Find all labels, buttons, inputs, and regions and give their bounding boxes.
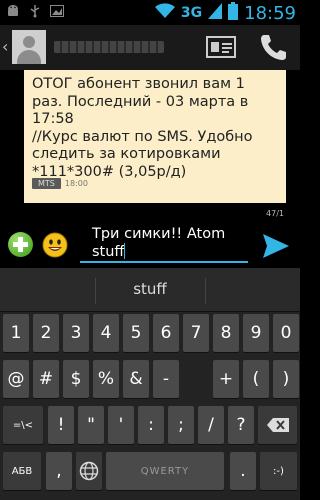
key-1[interactable]: 1 (3, 314, 29, 352)
key-period[interactable]: . (230, 452, 256, 490)
status-bar: 3G 18:59 (0, 0, 300, 25)
key-ampersand[interactable]: & (123, 360, 149, 398)
contact-avatar[interactable] (12, 30, 46, 64)
space-bar[interactable]: QWERTY (106, 452, 224, 490)
battery-icon (228, 2, 239, 24)
key-cyrillic-layout[interactable]: АБВ (3, 452, 41, 490)
wifi-icon (154, 3, 175, 23)
network-type-label: 3G (180, 5, 203, 21)
sim-badge: MTS (32, 178, 61, 189)
key-double-quote[interactable]: " (78, 406, 104, 444)
key-0[interactable]: 0 (273, 314, 299, 352)
action-bar: ‹ (0, 25, 300, 70)
key-close-paren[interactable]: ) (273, 360, 299, 398)
contact-card-icon[interactable] (206, 35, 236, 59)
message-meta: MTS 18:00 (32, 178, 88, 189)
key-hash[interactable]: # (33, 360, 59, 398)
signal-icon (208, 3, 223, 23)
suggestion-strip: stuff (0, 268, 300, 312)
contact-name-redacted (54, 41, 164, 53)
key-9[interactable]: 9 (243, 314, 269, 352)
key-dollar[interactable]: $ (63, 360, 89, 398)
key-3[interactable]: 3 (63, 314, 89, 352)
key-colon[interactable]: : (138, 406, 164, 444)
message-time: 18:00 (64, 179, 88, 188)
char-counter: 47/1 (266, 209, 284, 218)
text-cursor (124, 243, 126, 259)
image-icon (50, 5, 64, 21)
key-exclamation[interactable]: ! (48, 406, 74, 444)
message-input-text[interactable]: Три симки!! Atom stuff (92, 225, 225, 261)
key-smiley[interactable]: :-) (260, 452, 297, 490)
soft-keyboard: stuff 1 2 3 4 5 6 7 8 9 0 @ # $ % & - + … (0, 268, 300, 500)
key-minus[interactable]: - (153, 360, 179, 398)
compose-bar: 47/1 Три симки!! Atom stuff (0, 203, 300, 268)
back-caret-icon[interactable]: ‹ (2, 37, 8, 56)
key-symbols-more[interactable]: =\< (3, 406, 43, 444)
message-input[interactable]: Три симки!! Atom stuff (80, 219, 248, 263)
message-thread[interactable]: ОТОГ абонент звонил вам 1 раз. Последний… (0, 70, 300, 203)
key-4[interactable]: 4 (93, 314, 119, 352)
key-6[interactable]: 6 (153, 314, 179, 352)
key-semicolon[interactable]: ; (168, 406, 194, 444)
smiley-icon[interactable] (42, 232, 68, 258)
phone-icon[interactable] (258, 33, 288, 61)
key-2[interactable]: 2 (33, 314, 59, 352)
key-8[interactable]: 8 (213, 314, 239, 352)
key-slash[interactable]: / (198, 406, 224, 444)
key-comma[interactable]: , (46, 452, 72, 490)
message-text: ОТОГ абонент звонил вам 1 раз. Последний… (32, 76, 253, 180)
key-5[interactable]: 5 (123, 314, 149, 352)
key-single-quote[interactable]: ' (108, 406, 134, 444)
key-percent[interactable]: % (93, 360, 119, 398)
add-attachment-button[interactable] (8, 232, 33, 257)
android-icon (6, 4, 20, 22)
send-icon[interactable] (262, 233, 290, 259)
key-plus[interactable]: + (213, 360, 239, 398)
globe-icon[interactable] (76, 452, 102, 490)
suggestion-word[interactable]: stuff (0, 280, 300, 298)
status-clock: 18:59 (244, 2, 296, 24)
key-question[interactable]: ? (228, 406, 254, 444)
key-open-paren[interactable]: ( (243, 360, 269, 398)
backspace-icon[interactable] (258, 406, 297, 444)
key-at[interactable]: @ (3, 360, 29, 398)
usb-icon (28, 4, 42, 22)
key-7[interactable]: 7 (183, 314, 209, 352)
